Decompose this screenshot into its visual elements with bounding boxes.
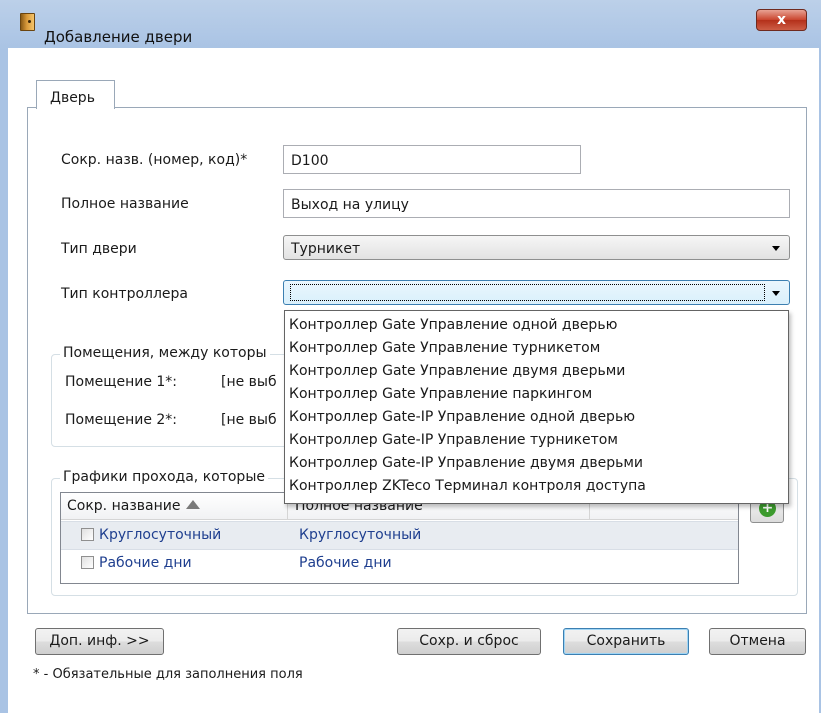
door-type-value: Турникет [291, 241, 361, 257]
full-name-input[interactable]: Выход на улицу [283, 189, 790, 218]
save-reset-button[interactable]: Сохр. и сброс [397, 628, 541, 655]
room1-value[interactable]: [не выб [221, 374, 277, 390]
window-title: Добавление двери [44, 28, 193, 46]
dropdown-option[interactable]: Контроллер Gate Управление одной дверью [289, 314, 617, 337]
room1-label: Помещение 1*: [65, 374, 178, 390]
dropdown-option[interactable]: Контроллер Gate Управление паркингом [289, 383, 592, 406]
cancel-button[interactable]: Отмена [709, 628, 806, 655]
short-name-label: Сокр. назв. (номер, код)* [61, 152, 248, 168]
tab-door[interactable]: Дверь [36, 80, 115, 109]
column-header-short-name[interactable]: Сокр. название [67, 498, 201, 514]
controller-type-dropdown-list: Контроллер Gate Управление одной дверью … [284, 310, 789, 504]
row-checkbox[interactable] [81, 528, 94, 541]
chevron-down-icon [772, 246, 780, 251]
dropdown-option[interactable]: Контроллер Gate-IP Управление одной двер… [289, 406, 635, 429]
focus-rectangle [290, 284, 765, 301]
sort-ascending-icon [186, 500, 201, 509]
room2-value[interactable]: [не выб [221, 412, 277, 428]
close-button[interactable]: x [756, 9, 807, 31]
table-row[interactable]: Круглосуточный Круглосуточный [61, 521, 738, 550]
required-fields-note: * - Обязательные для заполнения поля [33, 667, 303, 682]
schedules-grid: Сокр. название Полное название Круглосут… [60, 492, 739, 584]
row-checkbox[interactable] [81, 556, 94, 569]
column-header-short-name-label: Сокр. название [67, 498, 181, 514]
dropdown-option[interactable]: Контроллер Gate-IP Управление двумя двер… [289, 452, 643, 475]
rooms-groupbox [51, 354, 311, 447]
door-type-label: Тип двери [61, 241, 137, 257]
door-type-select[interactable]: Турникет [283, 235, 790, 260]
cell-short-name: Круглосуточный [99, 527, 222, 543]
cell-short-name: Рабочие дни [99, 555, 192, 571]
controller-type-label: Тип контроллера [61, 286, 189, 302]
schedules-group-title: Графики прохода, которые [60, 469, 268, 485]
cell-full-name: Круглосуточный [299, 527, 422, 543]
more-info-button[interactable]: Доп. инф. >> [35, 628, 164, 655]
dropdown-option[interactable]: Контроллер Gate Управление двумя дверьми [289, 360, 625, 383]
short-name-input[interactable]: D100 [283, 145, 581, 174]
title-bar[interactable]: Добавление двери x [0, 0, 821, 46]
dropdown-option[interactable]: Контроллер Gate-IP Управление турникетом [289, 429, 618, 452]
room2-label: Помещение 2*: [65, 412, 178, 428]
rooms-group-title: Помещения, между которы [60, 345, 270, 361]
full-name-label: Полное название [61, 196, 189, 212]
door-icon [20, 13, 35, 31]
dropdown-option[interactable]: Контроллер ZKTeco Терминал контроля дост… [289, 475, 646, 498]
chevron-down-icon [772, 291, 780, 296]
controller-type-select[interactable] [283, 280, 790, 305]
table-row[interactable]: Рабочие дни Рабочие дни [61, 550, 738, 577]
cell-full-name: Рабочие дни [299, 555, 392, 571]
dropdown-option[interactable]: Контроллер Gate Управление турникетом [289, 337, 600, 360]
save-button[interactable]: Сохранить [563, 628, 689, 655]
